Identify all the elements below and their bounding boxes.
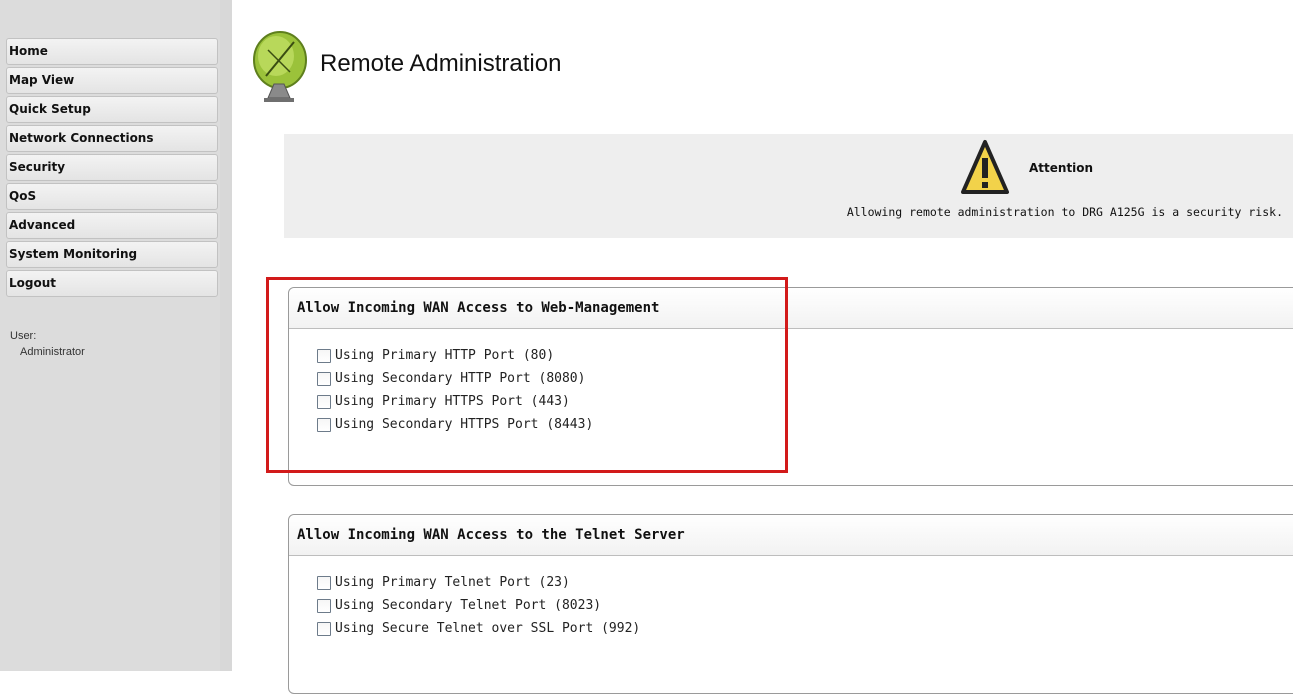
user-info: User: Administrator: [10, 328, 85, 360]
primary-https-checkbox[interactable]: [317, 394, 331, 409]
option-secondary-https[interactable]: Using Secondary HTTPS Port (8443): [317, 413, 1293, 436]
attention-box: Attention Allowing remote administration…: [284, 134, 1293, 238]
web-management-options: Using Primary HTTP Port (80) Using Secon…: [289, 329, 1293, 436]
option-label: Using Primary Telnet Port (23): [335, 575, 570, 590]
option-label: Using Secure Telnet over SSL Port (992): [335, 621, 641, 636]
sidebar-item-advanced[interactable]: Advanced: [6, 212, 218, 239]
option-label: Using Secondary HTTP Port (8080): [335, 371, 586, 386]
sidebar-item-quick-setup[interactable]: Quick Setup: [6, 96, 218, 123]
secure-telnet-ssl-checkbox[interactable]: [317, 621, 331, 636]
sidebar-nav: Home Map View Quick Setup Network Connec…: [6, 38, 218, 299]
secondary-https-checkbox[interactable]: [317, 417, 331, 432]
option-label: Using Secondary HTTPS Port (8443): [335, 417, 594, 432]
primary-telnet-checkbox[interactable]: [317, 575, 331, 590]
option-secondary-http[interactable]: Using Secondary HTTP Port (8080): [317, 367, 1293, 390]
user-label: User:: [10, 330, 37, 342]
sidebar-item-map-view[interactable]: Map View: [6, 67, 218, 94]
option-primary-telnet[interactable]: Using Primary Telnet Port (23): [317, 571, 1293, 594]
option-label: Using Primary HTTPS Port (443): [335, 394, 570, 409]
sidebar-item-home[interactable]: Home: [6, 38, 218, 65]
sidebar-item-system-monitoring[interactable]: System Monitoring: [6, 241, 218, 268]
primary-http-checkbox[interactable]: [317, 348, 331, 363]
option-secure-telnet-ssl[interactable]: Using Secure Telnet over SSL Port (992): [317, 617, 1293, 640]
option-label: Using Secondary Telnet Port (8023): [335, 598, 602, 613]
sidebar-divider: [220, 0, 232, 671]
secondary-telnet-checkbox[interactable]: [317, 598, 331, 613]
warning-triangle-icon: [960, 138, 1010, 196]
option-primary-https[interactable]: Using Primary HTTPS Port (443): [317, 390, 1293, 413]
telnet-options: Using Primary Telnet Port (23) Using Sec…: [289, 556, 1293, 640]
option-primary-http[interactable]: Using Primary HTTP Port (80): [317, 344, 1293, 367]
sidebar-item-qos[interactable]: QoS: [6, 183, 218, 210]
satellite-dish-icon: [244, 24, 316, 106]
telnet-panel: Allow Incoming WAN Access to the Telnet …: [288, 514, 1293, 694]
option-label: Using Primary HTTP Port (80): [335, 348, 555, 363]
attention-title: Attention: [1029, 161, 1094, 175]
sidebar-item-logout[interactable]: Logout: [6, 270, 218, 297]
telnet-panel-title: Allow Incoming WAN Access to the Telnet …: [289, 515, 1293, 556]
web-management-panel-title: Allow Incoming WAN Access to Web-Managem…: [289, 288, 1293, 329]
sidebar-item-security[interactable]: Security: [6, 154, 218, 181]
page-title: Remote Administration: [320, 50, 562, 77]
sidebar: Home Map View Quick Setup Network Connec…: [0, 0, 220, 671]
attention-message: Allowing remote administration to DRG A1…: [846, 205, 1283, 219]
sidebar-item-network-connections[interactable]: Network Connections: [6, 125, 218, 152]
option-secondary-telnet[interactable]: Using Secondary Telnet Port (8023): [317, 594, 1293, 617]
user-name: Administrator: [20, 346, 85, 358]
web-management-panel: Allow Incoming WAN Access to Web-Managem…: [288, 287, 1293, 486]
secondary-http-checkbox[interactable]: [317, 371, 331, 386]
